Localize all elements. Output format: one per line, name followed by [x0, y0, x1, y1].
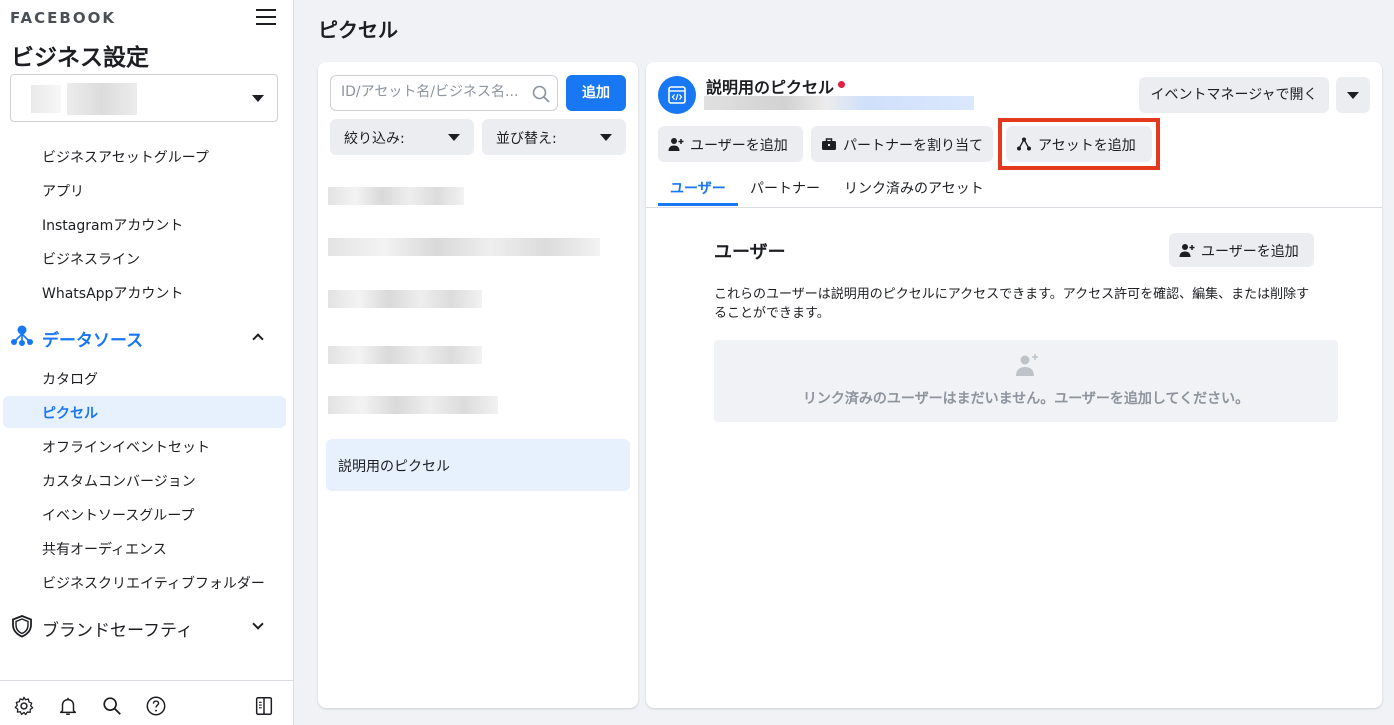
- sidebar-item-offline-event-sets[interactable]: オフラインイベントセット: [42, 437, 210, 457]
- list-item-label: 説明用のピクセル: [338, 459, 450, 475]
- pixel-detail-panel: 説明用のピクセル イベントマネージャで開く ユーザーを追加 パートナーを割り当て…: [646, 62, 1382, 708]
- pixel-avatar: [658, 76, 696, 114]
- add-user-button[interactable]: ユーザーを追加: [658, 126, 803, 162]
- search-field[interactable]: [330, 75, 558, 111]
- list-item-redacted[interactable]: [328, 290, 482, 308]
- annotation-highlight-box: [998, 118, 1160, 170]
- users-description: これらのユーザーは説明用のピクセルにアクセスできます。アクセス許可を確認、編集、…: [714, 287, 1310, 321]
- tab-users[interactable]: ユーザー: [670, 178, 726, 198]
- sidebar-item-business-asset-groups[interactable]: ビジネスアセットグループ: [42, 147, 209, 167]
- list-item-redacted[interactable]: [328, 187, 464, 205]
- caret-down-icon: [600, 134, 612, 141]
- caret-down-icon: [252, 95, 264, 102]
- tab-divider: [646, 207, 1382, 208]
- code-window-icon: [668, 86, 686, 104]
- page-title: ピクセル: [318, 18, 398, 42]
- sidebar-item-instagram-accounts[interactable]: Instagramアカウント: [42, 215, 183, 235]
- sidebar-item-whatsapp-accounts[interactable]: WhatsAppアカウント: [42, 283, 183, 303]
- brand-logo: FACEBOOK: [10, 9, 116, 27]
- users-add-user-button[interactable]: ユーザーを追加: [1169, 233, 1314, 267]
- add-button[interactable]: 追加: [566, 75, 626, 111]
- assign-partner-label: パートナーを割り当て: [843, 138, 983, 154]
- data-sources-icon: [11, 325, 33, 346]
- sidebar-item-apps[interactable]: アプリ: [42, 181, 84, 201]
- list-item-selected[interactable]: 説明用のピクセル: [326, 439, 630, 491]
- brand-safety-label: ブランドセーフティ: [42, 621, 193, 641]
- sidebar-item-business-creative-folders[interactable]: ビジネスクリエイティブフォルダー: [42, 573, 265, 593]
- search-input[interactable]: [341, 84, 521, 100]
- help-icon[interactable]: [145, 695, 167, 717]
- sort-dropdown[interactable]: 並び替え:: [482, 119, 626, 155]
- empty-state: リンク済みのユーザーはまだいません。ユーザーを追加してください。: [714, 340, 1338, 422]
- shield-icon: [12, 615, 32, 638]
- list-item-redacted[interactable]: [328, 238, 600, 256]
- briefcase-icon: [822, 138, 836, 150]
- sidebar-footer: [0, 680, 294, 725]
- add-person-icon: [668, 138, 684, 151]
- caret-down-icon: [448, 134, 460, 141]
- sidebar-section-brand-safety[interactable]: ブランドセーフティ: [10, 615, 280, 641]
- search-icon[interactable]: [101, 695, 123, 717]
- add-person-icon: [1016, 354, 1038, 376]
- sidebar-section-data-sources[interactable]: データソース: [10, 325, 280, 351]
- users-add-user-label: ユーザーを追加: [1201, 244, 1299, 260]
- filter-label: 絞り込み:: [344, 131, 405, 147]
- empty-state-message: リンク済みのユーザーはまだいません。ユーザーを追加してください。: [802, 391, 1250, 407]
- active-tab-indicator: [658, 203, 738, 206]
- assign-partner-button[interactable]: パートナーを割り当て: [811, 126, 993, 162]
- status-dot: [838, 81, 845, 88]
- business-settings-title: ビジネス設定: [11, 45, 149, 71]
- account-name-redacted: [67, 83, 137, 115]
- chevron-up-icon: [252, 333, 264, 345]
- tab-partners[interactable]: パートナー: [750, 178, 820, 198]
- pixel-id-redacted: [704, 96, 974, 110]
- filter-dropdown[interactable]: 絞り込み:: [330, 119, 474, 155]
- chevron-down-icon: [252, 618, 264, 630]
- data-sources-label: データソース: [42, 331, 144, 351]
- open-in-events-manager-button[interactable]: イベントマネージャで開く: [1139, 77, 1329, 113]
- sidebar-item-business-lines[interactable]: ビジネスライン: [42, 249, 140, 269]
- add-person-icon: [1179, 244, 1195, 257]
- sidebar-toggle-icon[interactable]: [253, 695, 275, 717]
- caret-down-icon: [1347, 92, 1359, 99]
- hamburger-menu-icon[interactable]: [256, 9, 276, 27]
- sort-label: 並び替え:: [496, 131, 557, 147]
- list-item-redacted[interactable]: [328, 346, 482, 364]
- sidebar-item-catalogs[interactable]: カタログ: [42, 369, 98, 389]
- sidebar-item-event-source-groups[interactable]: イベントソースグループ: [42, 505, 194, 525]
- business-account-select[interactable]: [10, 74, 278, 122]
- gear-icon[interactable]: [13, 695, 35, 717]
- search-icon: [532, 85, 550, 103]
- sidebar-item-shared-audiences[interactable]: 共有オーディエンス: [42, 539, 167, 559]
- list-item-redacted[interactable]: [328, 396, 498, 414]
- add-user-label: ユーザーを追加: [690, 138, 788, 154]
- sidebar-item-pixels[interactable]: ピクセル: [42, 403, 98, 423]
- pixel-name: 説明用のピクセル: [706, 78, 835, 97]
- sidebar: FACEBOOK ビジネス設定 ビジネスアセットグループ アプリ Instagr…: [0, 0, 294, 725]
- bell-icon[interactable]: [57, 695, 79, 717]
- pixel-list-panel: 追加 絞り込み: 並び替え: 説明用のピクセル: [318, 62, 638, 708]
- open-options-dropdown[interactable]: [1336, 77, 1370, 113]
- users-heading: ユーザー: [714, 242, 786, 263]
- account-avatar-redacted: [31, 85, 61, 113]
- tab-linked-assets[interactable]: リンク済みのアセット: [844, 178, 984, 198]
- sidebar-item-custom-conversions[interactable]: カスタムコンバージョン: [42, 471, 196, 491]
